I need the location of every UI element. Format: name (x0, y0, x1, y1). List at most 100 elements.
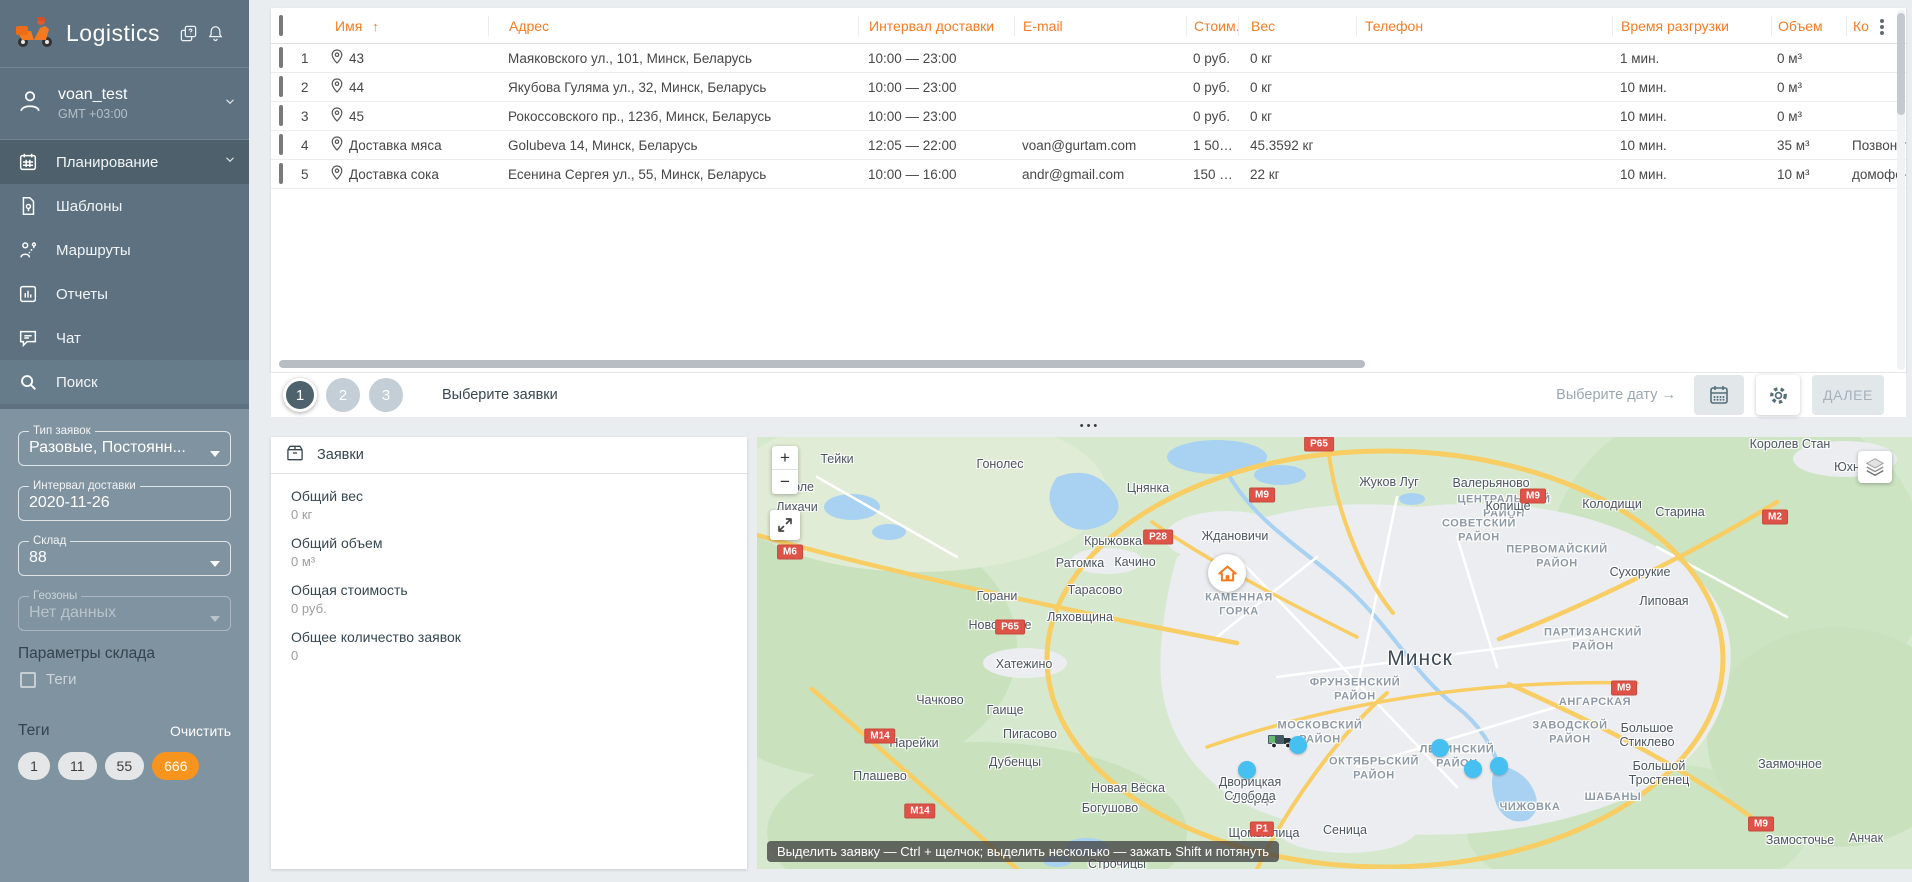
summary-stat: Общий объем 0 м³ (291, 535, 727, 569)
step-3[interactable]: 3 (369, 378, 403, 412)
panel-resize-handle[interactable]: ••• (1076, 420, 1104, 432)
row-number: 5 (301, 167, 327, 182)
table-row[interactable]: 4Доставка мясаGolubeva 14, Минск, Белару… (271, 131, 1906, 160)
order-marker-4[interactable] (1464, 760, 1482, 778)
row-volume: 35 м³ (1771, 138, 1846, 153)
district-label: КАМЕННАЯ ГОРКА (1187, 591, 1292, 619)
row-checkbox[interactable] (279, 134, 283, 155)
step-1[interactable]: 1 (283, 378, 317, 412)
row-address: Рокоссовского пр., 123б, Минск, Беларусь (488, 109, 858, 124)
column-header-interval[interactable]: Интервал доставки (858, 16, 1014, 36)
logistics-scooter-logo-icon (14, 14, 56, 53)
fullscreen-button[interactable] (770, 510, 800, 540)
settings-gear-button[interactable] (1756, 375, 1800, 415)
row-unload_time: 1 мин. (1612, 51, 1771, 66)
column-header-weight[interactable]: Вес (1238, 16, 1356, 36)
notifications-bell-icon[interactable] (206, 24, 225, 48)
user-account[interactable]: voan_test GMT +03:00 (0, 68, 249, 140)
stat-label: Общий объем (291, 535, 727, 551)
row-name: Доставка сока (327, 165, 488, 183)
sidebar-item-4[interactable]: Отчеты (0, 272, 249, 316)
table-options-kebab-icon[interactable] (1874, 18, 1890, 36)
column-header-unload_time[interactable]: Время разгрузки (1612, 16, 1771, 36)
town-label: Копище (1485, 499, 1530, 513)
tags-clear-link[interactable]: Очистить (170, 723, 231, 739)
row-checkbox[interactable] (279, 47, 283, 68)
town-label: Озерцо (1231, 792, 1274, 806)
order-marker-1[interactable] (1238, 761, 1256, 779)
sidebar-item-2[interactable]: Шаблоны (0, 184, 249, 228)
table-row[interactable]: 5Доставка сокаЕсенина Сергея ул., 55, Ми… (271, 160, 1906, 189)
town-label: Нарейки (889, 736, 938, 750)
order-marker-2[interactable] (1289, 736, 1307, 754)
delivery-interval-value: 2020-11-26 (29, 494, 220, 512)
zoom-in-button[interactable]: + (772, 446, 798, 470)
map-zoom-control: + − (772, 446, 798, 494)
row-cost: 1 500 руб. (1186, 138, 1238, 153)
row-checkbox[interactable] (279, 76, 283, 97)
sidebar-item-label: Поиск (56, 374, 98, 391)
chevron-down-icon (210, 616, 220, 622)
column-header-phone[interactable]: Телефон (1356, 16, 1612, 36)
row-interval: 10:00 — 23:00 (858, 51, 1014, 66)
table-row[interactable]: 345Рокоссовского пр., 123б, Минск, Белар… (271, 102, 1906, 131)
warehouse-select[interactable]: Склад 88 (18, 535, 231, 576)
delivery-interval-field[interactable]: Интервал доставки 2020-11-26 (18, 480, 231, 521)
road-badge-М6: М6 (777, 545, 803, 560)
row-volume: 0 м³ (1771, 109, 1846, 124)
row-unload_time: 10 мин. (1612, 138, 1771, 153)
column-header-volume[interactable]: Объем (1771, 16, 1846, 36)
town-label: Плашево (853, 769, 907, 783)
calendar-button[interactable] (1694, 375, 1744, 415)
map-overlay: КАМЕННАЯ ГОРКАЦЕНТРАЛЬНЫЙ РАЙОНСОВЕТСКИЙ… (757, 437, 1912, 869)
road-badge-Р65: Р65 (1304, 437, 1334, 452)
order-marker-5[interactable] (1490, 757, 1508, 775)
row-checkbox[interactable] (279, 163, 283, 184)
next-button[interactable]: ДАЛЕЕ (1812, 375, 1884, 415)
user-avatar-icon (16, 87, 44, 120)
sidebar-item-6[interactable]: Поиск (0, 360, 249, 404)
help-icon[interactable] (179, 24, 198, 48)
row-weight: 0 кг (1238, 109, 1356, 124)
district-label: ОКТЯБРЬСКИЙ РАЙОН (1322, 755, 1427, 783)
tag-chip-55[interactable]: 55 (105, 752, 145, 780)
vertical-scrollbar[interactable] (1897, 10, 1905, 370)
tag-chip-1[interactable]: 1 (18, 752, 50, 780)
column-header-address[interactable]: Адрес (488, 16, 858, 36)
map-layers-button[interactable] (1858, 451, 1892, 483)
request-type-select[interactable]: Тип заявок Разовые, Постоянн... (18, 425, 231, 466)
column-header-cost[interactable]: Стоим... (1186, 16, 1238, 36)
date-hint: Выберите дату → (1556, 387, 1676, 403)
stat-value: 0 руб. (291, 601, 727, 616)
row-checkbox[interactable] (279, 105, 283, 126)
horizontal-scrollbar[interactable] (279, 360, 1365, 368)
warehouse-marker[interactable] (1208, 554, 1246, 592)
tags-checkbox-row[interactable]: Теги (20, 671, 231, 688)
sidebar: Logistics (0, 0, 249, 882)
sidebar-item-3[interactable]: Маршруты (0, 228, 249, 272)
sidebar-item-1[interactable]: Планирование (0, 140, 249, 184)
select-all-checkbox[interactable] (279, 15, 283, 36)
town-label: Сухорукие (1610, 565, 1671, 579)
order-marker-3[interactable] (1431, 739, 1449, 757)
road-badge-Р1: Р1 (1250, 822, 1274, 837)
map[interactable]: КАМЕННАЯ ГОРКАЦЕНТРАЛЬНЫЙ РАЙОНСОВЕТСКИЙ… (757, 437, 1912, 869)
town-label: Большой Тростенец (1629, 759, 1690, 787)
stat-value: 0 м³ (291, 554, 727, 569)
row-checkbox-cell (271, 165, 301, 183)
user-name: voan_test (58, 86, 128, 104)
tags-checkbox[interactable] (20, 672, 36, 688)
zoom-out-button[interactable]: − (772, 470, 798, 494)
tag-chip-666[interactable]: 666 (152, 752, 199, 780)
table-row[interactable]: 143Маяковского ул., 101, Минск, Беларусь… (271, 44, 1906, 73)
summary-stat: Общее количество заявок0 (291, 629, 727, 663)
town-label: Дворицкая Слобода (1219, 775, 1281, 803)
tag-chip-11[interactable]: 11 (58, 752, 97, 780)
sidebar-item-5[interactable]: Чат (0, 316, 249, 360)
vertical-scrollbar-thumb[interactable] (1897, 13, 1905, 115)
column-header-name[interactable]: Имя↑ (327, 16, 488, 36)
table-row[interactable]: 244Якубова Гуляма ул., 32, Минск, Белару… (271, 73, 1906, 102)
geofences-select[interactable]: Геозоны Нет данных (18, 590, 231, 631)
step-2[interactable]: 2 (326, 378, 360, 412)
column-header-email[interactable]: E-mail (1014, 16, 1186, 36)
